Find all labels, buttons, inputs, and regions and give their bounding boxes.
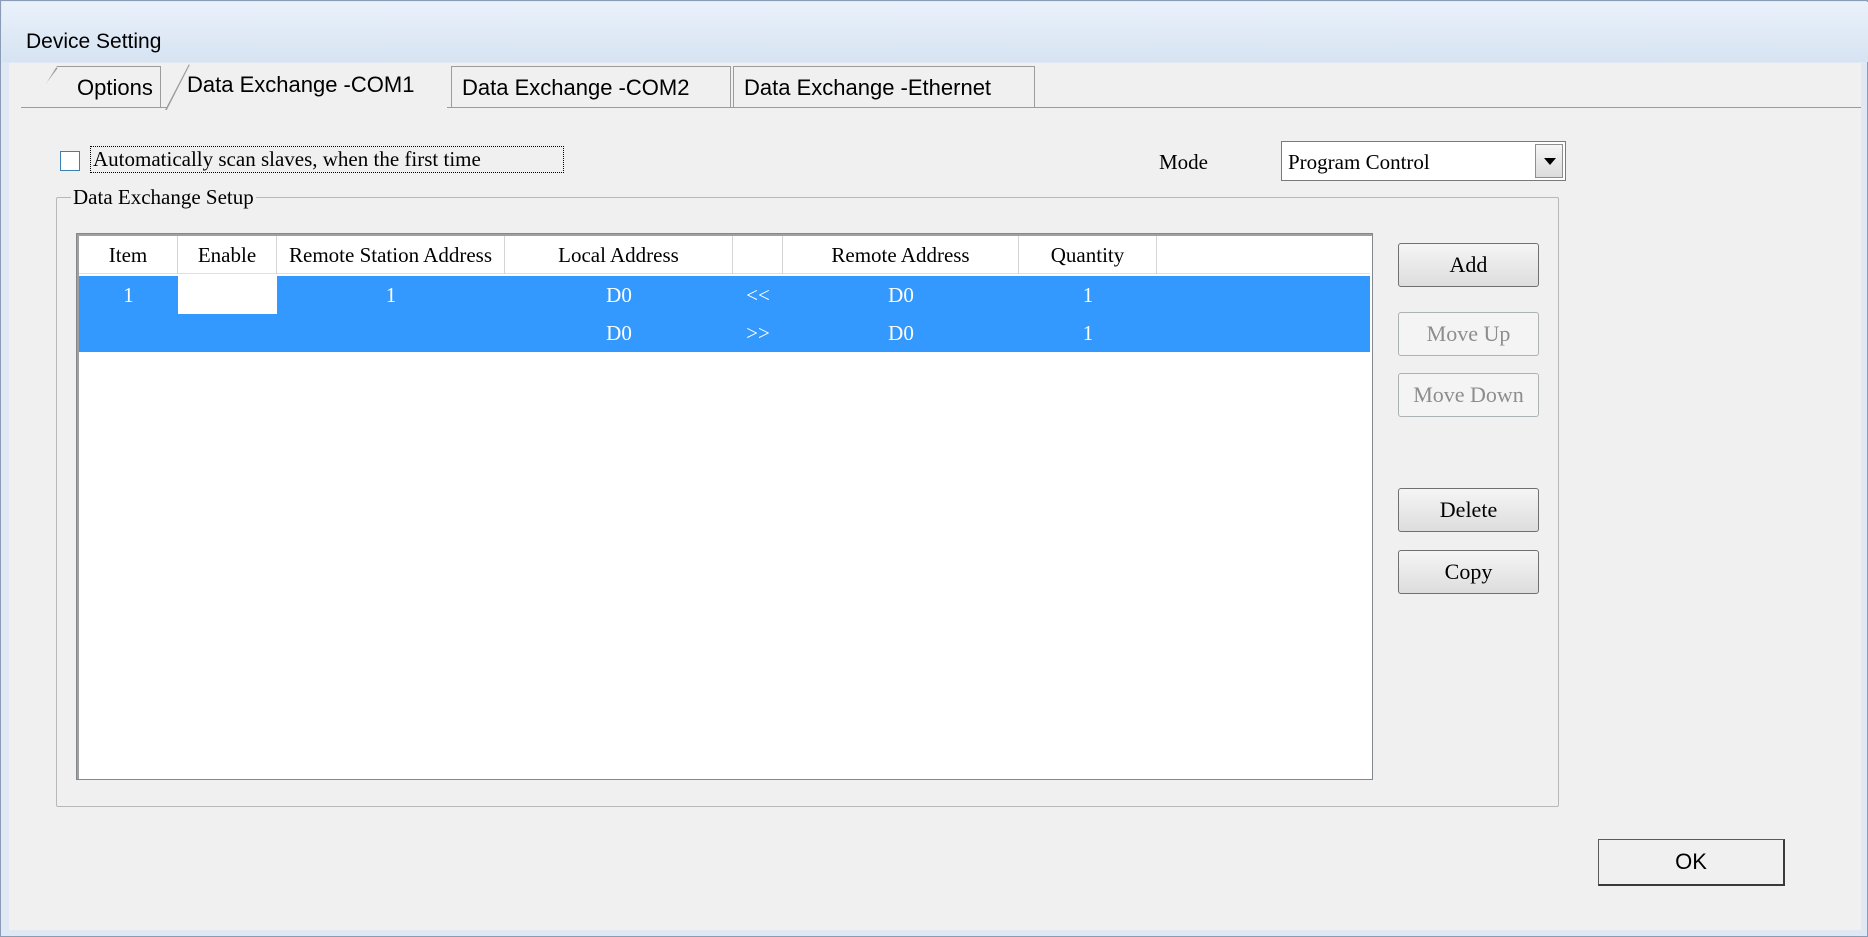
move-down-button[interactable]: Move Down: [1398, 373, 1539, 417]
mode-select-value: Program Control: [1288, 150, 1430, 174]
move-up-button[interactable]: Move Up: [1398, 312, 1539, 356]
column-header-item[interactable]: Item: [79, 236, 178, 274]
column-header-enable[interactable]: Enable: [178, 236, 277, 274]
chevron-down-icon[interactable]: [1535, 144, 1563, 178]
cell-local-address: D0: [606, 321, 632, 345]
data-exchange-table[interactable]: Item Enable Remote Station Address Local…: [76, 233, 1373, 780]
cell-enable: [178, 314, 277, 352]
tab-options[interactable]: Options: [31, 66, 161, 108]
cell-quantity: 1: [1082, 283, 1094, 307]
table-row[interactable]: 1 1 D0 << D0 1: [79, 276, 1370, 314]
auto-scan-checkbox[interactable]: [60, 151, 80, 171]
table-row[interactable]: D0 >> D0 1: [79, 314, 1370, 352]
auto-scan-label[interactable]: Automatically scan slaves, when the firs…: [90, 146, 564, 173]
column-header-remote-station-address[interactable]: Remote Station Address: [277, 236, 505, 274]
cell-local-address: D0: [606, 283, 632, 307]
cell-remote-address: D0: [888, 321, 914, 345]
ok-button[interactable]: OK: [1598, 839, 1785, 886]
mode-label: Mode: [1159, 150, 1208, 174]
mode-select[interactable]: Program Control: [1281, 141, 1566, 181]
dialog-client-area: Options Data Exchange -COM1 Data Exchang…: [9, 63, 1861, 930]
cell-remote-address: D0: [888, 283, 914, 307]
cell-enable[interactable]: [178, 276, 277, 314]
tab-options-label: Options: [77, 75, 153, 100]
tab-com1-label: Data Exchange -COM1: [187, 72, 415, 97]
title-bar[interactable]: Device Setting: [2, 2, 1868, 62]
cell-quantity: 1: [1082, 321, 1094, 345]
column-header-direction[interactable]: [733, 236, 783, 274]
tab-ethernet-label: Data Exchange -Ethernet: [744, 75, 992, 100]
tab-data-exchange-com2[interactable]: Data Exchange -COM2: [451, 66, 731, 108]
tab-data-exchange-ethernet[interactable]: Data Exchange -Ethernet: [733, 66, 1035, 108]
column-header-remote-address[interactable]: Remote Address: [783, 236, 1019, 274]
cell-item: [79, 314, 178, 352]
cell-direction: >>: [746, 321, 770, 345]
group-title: Data Exchange Setup: [71, 185, 256, 210]
tab-data-exchange-com1[interactable]: Data Exchange -COM1: [165, 64, 447, 110]
cell-direction: <<: [746, 283, 770, 307]
copy-button[interactable]: Copy: [1398, 550, 1539, 594]
tab-com2-label: Data Exchange -COM2: [462, 75, 690, 100]
cell-item: 1: [123, 283, 134, 307]
delete-button[interactable]: Delete: [1398, 488, 1539, 532]
device-setting-window: Device Setting Options Data Exchange -CO…: [0, 0, 1868, 937]
cell-remote-station-address: 1: [385, 283, 397, 307]
column-header-quantity[interactable]: Quantity: [1019, 236, 1157, 274]
column-header-local-address[interactable]: Local Address: [505, 236, 733, 274]
window-title: Device Setting: [26, 30, 162, 53]
add-button[interactable]: Add: [1398, 243, 1539, 287]
table-header: Item Enable Remote Station Address Local…: [79, 236, 1370, 274]
cell-remote-station-address: [277, 314, 505, 352]
